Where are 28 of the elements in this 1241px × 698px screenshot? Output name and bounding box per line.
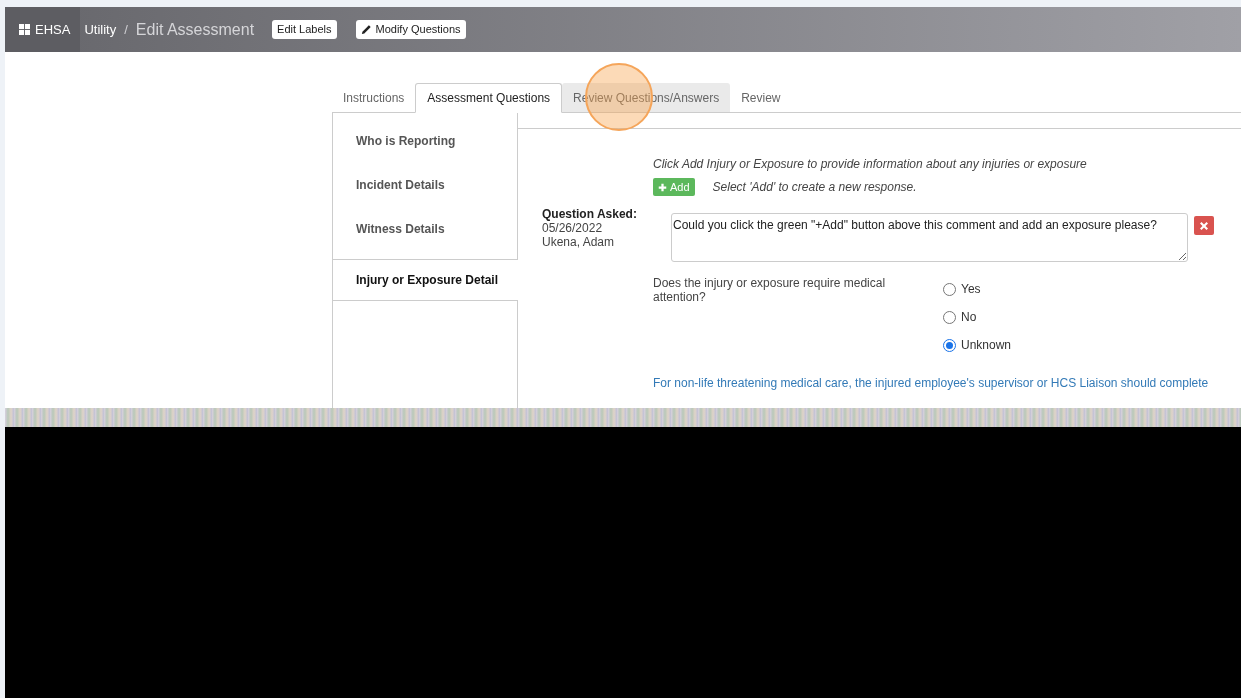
- hint-text: Select 'Add' to create a new response.: [712, 179, 917, 196]
- sidebar-item[interactable]: Injury or Exposure Detail: [333, 259, 518, 301]
- sidebar-item[interactable]: Who is Reporting: [333, 127, 517, 171]
- sidebar-item[interactable]: Witness Details: [333, 215, 517, 259]
- info-text: For non-life threatening medical care, the injured employee's supervisor or HCS Liaison should complete: [653, 375, 1210, 392]
- breadcrumb-link[interactable]: Utility: [84, 19, 117, 40]
- breadcrumb-separator: /: [124, 20, 128, 39]
- question-date: 05/26/2022: [542, 221, 604, 235]
- radio-option[interactable]: Unknown: [943, 335, 1012, 355]
- tab[interactable]: Assessment Questions: [415, 83, 563, 113]
- plus-icon: [658, 182, 667, 192]
- toolbar-button[interactable]: Modify Questions: [355, 20, 466, 39]
- radio-option[interactable]: No: [943, 307, 1012, 327]
- close-icon: [1198, 219, 1210, 232]
- sidebar-item[interactable]: Incident Details: [333, 171, 517, 215]
- radio-option[interactable]: Yes: [943, 279, 1012, 299]
- page-title: Edit Assessment: [135, 19, 255, 40]
- toolbar-button[interactable]: Edit Labels: [272, 20, 337, 39]
- instruction-text: Click Add Injury or Exposure to provide information about any injuries or exposure: [653, 156, 1088, 173]
- comment-field[interactable]: Could you click the green "+Add" button above this comment and add an exposure please?: [671, 213, 1188, 262]
- delete-button[interactable]: [1194, 216, 1214, 235]
- question-asked-label: Question Asked:: [542, 207, 637, 221]
- grid-icon: [19, 24, 30, 35]
- tab[interactable]: Review: [730, 83, 792, 113]
- brand-link[interactable]: EHSA: [5, 7, 81, 52]
- tab[interactable]: Instructions: [332, 83, 416, 113]
- question-author: Ukena, Adam: [542, 235, 616, 249]
- question-text: Does the injury or exposure require medical attention?: [653, 276, 887, 306]
